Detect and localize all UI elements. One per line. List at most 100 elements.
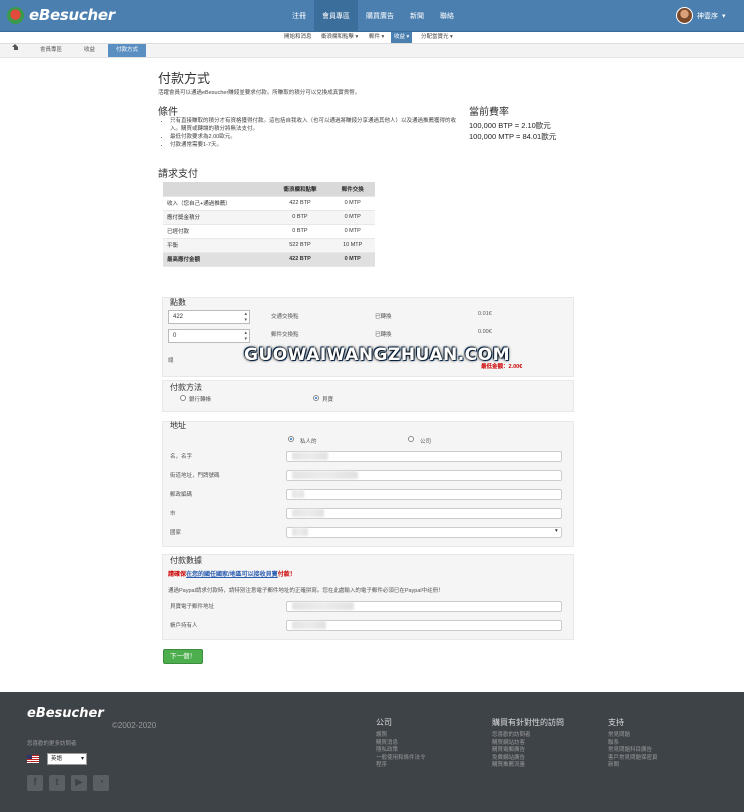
nav-buy-ads[interactable]: 購買廣告 bbox=[358, 0, 402, 32]
avatar bbox=[676, 7, 693, 24]
radio-company[interactable] bbox=[408, 436, 414, 442]
name-label: 名，名字 bbox=[170, 454, 193, 460]
table-cell: 0 MTP bbox=[330, 252, 375, 267]
footer-col-support: 常見問題 聯系 常見問題科目廣告 客戶常見問題保密頁 新聞 bbox=[608, 732, 658, 770]
table-cell: 0 MTP bbox=[330, 196, 375, 211]
table-cell: 0 BTP bbox=[269, 210, 331, 225]
subnav-surfbar[interactable]: 衝浪欄和點擊 ▾ bbox=[318, 32, 361, 43]
table-row: 收入（您自己+通過推薦） 422 BTP 0 MTP bbox=[163, 196, 375, 211]
warning-prefix: 請確保 bbox=[168, 572, 187, 578]
zip-field[interactable] bbox=[286, 489, 562, 500]
table-cell: 最高應付金額 bbox=[163, 252, 270, 267]
twitter-icon[interactable]: t bbox=[49, 775, 65, 791]
city-field[interactable] bbox=[286, 508, 562, 519]
footer-logo[interactable]: eBesucher bbox=[27, 706, 104, 721]
warning-suffix: 付款！ bbox=[277, 572, 296, 578]
method-title: 付款方法 bbox=[170, 383, 202, 392]
footer-col-company: 護照 購買消息 隱私政策 一般使用和條件法令 程序 bbox=[376, 732, 426, 770]
top-bar: eBesucher 注冊 會員專區 購買廣告 新聞 聯絡 神壹序 ▾ bbox=[0, 0, 744, 32]
condition-item: 最低付款要求為2.00歐元。 bbox=[170, 133, 456, 141]
country-select[interactable] bbox=[286, 527, 562, 538]
subnav-start[interactable]: 開始和消息 bbox=[281, 32, 315, 43]
watermark: GUOWAIWANGZHUAN.COM bbox=[244, 345, 511, 365]
redacted-value bbox=[292, 509, 324, 517]
subnav-mail[interactable]: 郵件 ▾ bbox=[366, 32, 387, 43]
rates-title: 當前費率 bbox=[469, 107, 509, 118]
table-cell: 422 BTP bbox=[269, 252, 331, 267]
chevron-down-icon: ▾ bbox=[555, 528, 558, 534]
footer-note: 您喜歡的更多訪問者 bbox=[27, 741, 77, 747]
mtp-stepper[interactable]: 0 bbox=[168, 329, 250, 343]
table-cell: 0 MTP bbox=[330, 224, 375, 239]
table-header: 衝浪欄和點擊 bbox=[269, 182, 331, 197]
footer-link[interactable]: 常見問題 bbox=[608, 732, 658, 740]
footer-link[interactable]: 購買推薦流量 bbox=[492, 762, 531, 770]
city-label: 市 bbox=[170, 511, 176, 517]
footer-link[interactable]: 購買電郵廣告 bbox=[492, 747, 531, 755]
footer-link[interactable]: 隱私政策 bbox=[376, 747, 426, 755]
redacted-value bbox=[292, 471, 358, 479]
rate-mtp: 100,000 MTP = 84.01歐元 bbox=[469, 132, 557, 141]
nav-members[interactable]: 會員專區 bbox=[314, 0, 358, 32]
request-title: 請求支付 bbox=[158, 169, 198, 180]
youtube-icon[interactable]: ▶ bbox=[71, 775, 87, 791]
payment-title: 付款數據 bbox=[170, 556, 202, 565]
home-icon bbox=[12, 44, 19, 52]
method-panel bbox=[162, 380, 574, 412]
radio-private[interactable] bbox=[288, 436, 294, 442]
condition-item: 付款通常需要1-7天。 bbox=[170, 141, 456, 149]
next-button[interactable]: 下一個！ bbox=[163, 649, 203, 664]
redacted-value bbox=[292, 621, 326, 629]
footer-copyright: ©2002-2020 bbox=[112, 721, 157, 730]
subnav-earnings[interactable]: 收益 ▾ bbox=[391, 32, 413, 43]
table-header: 郵件交換 bbox=[330, 182, 375, 197]
street-label: 街道地址，門牌號碼 bbox=[170, 473, 220, 479]
logo[interactable]: eBesucher bbox=[7, 6, 127, 26]
table-cell: 10 MTP bbox=[330, 238, 375, 253]
breadcrumb-members[interactable]: 會員專區 bbox=[40, 44, 62, 57]
btp-amount: 0.01€ bbox=[478, 311, 492, 317]
logo-icon bbox=[7, 7, 24, 24]
footer-link[interactable]: 護照 bbox=[376, 732, 426, 740]
sub-nav: 開始和消息 衝浪欄和點擊 ▾ 郵件 ▾ 收益 ▾ 分配當寶光 ▾ bbox=[0, 32, 744, 44]
nav-news[interactable]: 新聞 bbox=[402, 0, 432, 32]
btp-label: 交通交換點 bbox=[271, 314, 299, 320]
radio-paypal[interactable] bbox=[313, 395, 319, 401]
nav-contact[interactable]: 聯絡 bbox=[432, 0, 462, 32]
footer-link[interactable]: 您喜歡的訪問者 bbox=[492, 732, 531, 740]
account-holder-field[interactable] bbox=[286, 620, 562, 631]
chevron-down-icon: ▾ bbox=[722, 12, 726, 20]
user-menu[interactable]: 神壹序 ▾ bbox=[676, 7, 726, 24]
footer-col-support-title: 支持 bbox=[608, 718, 624, 727]
rss-icon[interactable]: ◔ bbox=[93, 775, 109, 791]
page-title: 付款方式 bbox=[158, 71, 211, 86]
table-row: 平衡 522 BTP 10 MTP bbox=[163, 238, 375, 253]
language-select[interactable]: 英語 bbox=[47, 753, 87, 765]
table-cell: 收入（您自己+通過推薦） bbox=[163, 196, 270, 211]
facebook-icon[interactable]: f bbox=[27, 775, 43, 791]
breadcrumb-current: 付款方式 bbox=[108, 44, 147, 57]
table-cell: 522 BTP bbox=[269, 238, 331, 253]
nav-register[interactable]: 注冊 bbox=[284, 0, 314, 32]
footer-link[interactable]: 程序 bbox=[376, 762, 426, 770]
redacted-value bbox=[292, 528, 308, 536]
paypal-countries-link[interactable]: 在您的國任國家/地區可以接收貝寶 bbox=[186, 572, 278, 578]
subnav-referrals[interactable]: 分配當寶光 ▾ bbox=[418, 32, 456, 43]
table-cell: 0 BTP bbox=[269, 224, 331, 239]
breadcrumb-home[interactable] bbox=[12, 44, 19, 57]
footer-link[interactable]: 新聞 bbox=[608, 762, 658, 770]
btp-stepper[interactable]: 422 bbox=[168, 310, 250, 324]
table-cell: 422 BTP bbox=[269, 196, 331, 211]
breadcrumb: 會員專區 收益 付款方式 bbox=[0, 44, 744, 58]
breadcrumb-earnings[interactable]: 收益 bbox=[84, 44, 95, 57]
table-row: 已經付款 0 BTP 0 MTP bbox=[163, 224, 375, 239]
table-row: 應付獎金積分 0 BTP 0 MTP bbox=[163, 210, 375, 225]
redacted-value bbox=[292, 452, 328, 460]
footer-col-company-title: 公司 bbox=[376, 718, 392, 727]
paypal-note: 通過Paypal請求付款時，請特別注意電子郵件地址的正確拼寫。您在此處輸入的電子… bbox=[168, 588, 444, 594]
logo-text: eBesucher bbox=[29, 6, 115, 24]
footer-link[interactable]: 常見問題科目廣告 bbox=[608, 747, 658, 755]
radio-bank-transfer[interactable] bbox=[180, 395, 186, 401]
points-table: 衝浪欄和點擊 郵件交換 收入（您自己+通過推薦） 422 BTP 0 MTP 應… bbox=[163, 182, 375, 267]
account-holder-label: 帳戶持有人 bbox=[170, 623, 198, 629]
